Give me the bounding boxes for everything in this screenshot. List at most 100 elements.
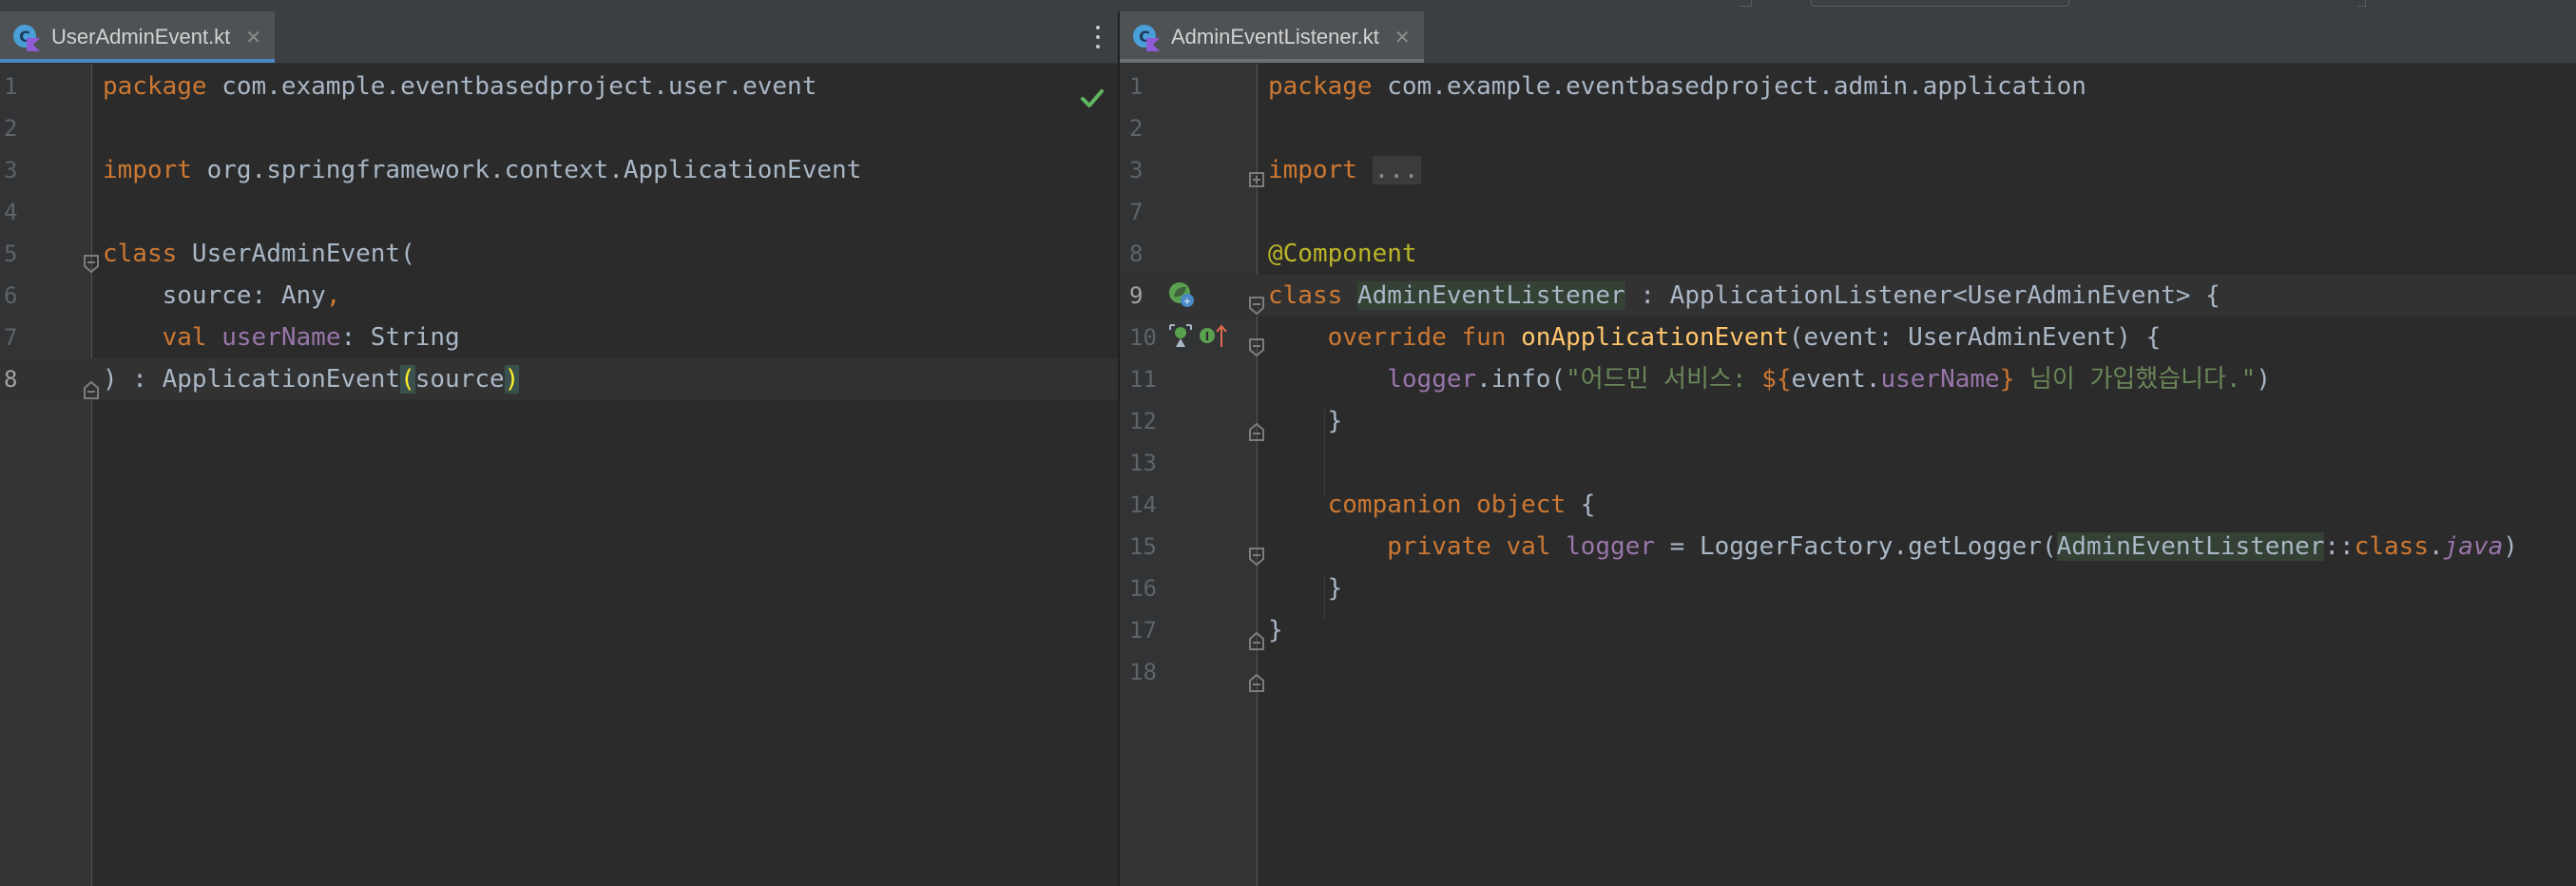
left-code-editor[interactable]: 1 package com.example.eventbasedproject.u…: [0, 64, 1118, 886]
code-line[interactable]: 9 class AdminEventListener : ApplicationL…: [1120, 275, 2576, 317]
code-token: ): [2503, 532, 2518, 561]
toolbar-separator: [1740, 0, 1752, 7]
code-token: ): [504, 365, 520, 394]
code-token: .info(: [1476, 365, 1567, 394]
code-line[interactable]: 16 }: [1120, 568, 2576, 609]
code-text: logger.info("어드민 서비스: ${event.userName} …: [1268, 358, 2271, 400]
code-line[interactable]: 15 private val logger = LoggerFactory.ge…: [1120, 526, 2576, 568]
active-tab-indicator: [0, 59, 276, 63]
close-icon[interactable]: ✕: [1394, 26, 1411, 48]
code-line[interactable]: 6 source: Any,: [0, 275, 1118, 317]
line-number: 11: [1129, 366, 1157, 393]
code-line[interactable]: 7: [1120, 191, 2576, 233]
fold-end-icon[interactable]: [1247, 630, 1266, 651]
code-token: }: [1999, 365, 2015, 394]
code-line[interactable]: 17}: [1120, 609, 2576, 651]
check-icon[interactable]: [1080, 87, 1105, 109]
fold-start-icon[interactable]: [1247, 337, 1266, 358]
code-line[interactable]: 13: [1120, 442, 2576, 484]
line-number: 7: [1129, 199, 1144, 225]
line-number: 17: [1129, 617, 1157, 644]
code-text: package com.example.eventbasedproject.ad…: [1268, 66, 2086, 107]
code-token: ,: [325, 281, 341, 310]
code-token: source: [414, 365, 505, 394]
toolbar-search-field[interactable]: [1811, 0, 2069, 7]
fold-end-icon[interactable]: [1247, 672, 1266, 693]
code-token: onApplicationEvent: [1521, 323, 1789, 352]
svg-text:+: +: [1183, 297, 1191, 307]
code-token: UserAdminEvent(: [177, 240, 415, 268]
code-token: source: Any: [103, 281, 326, 310]
spring-bean-icon[interactable]: +: [1167, 280, 1196, 309]
fold-start-icon[interactable]: [82, 254, 101, 275]
code-text: override fun onApplicationEvent(event: U…: [1268, 317, 2162, 358]
code-text: class UserAdminEvent(: [103, 233, 415, 275]
code-token: userName: [1880, 365, 2000, 394]
code-line[interactable]: 2: [1120, 107, 2576, 149]
code-line[interactable]: 1 package com.example.eventbasedproject.a…: [1120, 66, 2576, 107]
code-text: }: [1268, 568, 1343, 609]
code-line[interactable]: 2: [0, 107, 1118, 149]
implements-icon[interactable]: I: [1198, 322, 1228, 349]
code-line[interactable]: 8 @Component: [1120, 233, 2576, 275]
code-line[interactable]: 7 val userName: String: [0, 317, 1118, 358]
code-token: import: [103, 156, 192, 184]
fold-start-icon[interactable]: [1247, 547, 1266, 568]
code-line[interactable]: 10 override fun onApplicationEvent(event…: [1120, 317, 2576, 358]
code-line[interactable]: 3 import org.springframework.context.Appl…: [0, 149, 1118, 191]
spring-listener-icon[interactable]: [1167, 322, 1194, 349]
code-line[interactable]: 4: [0, 191, 1118, 233]
fold-end-icon[interactable]: [1247, 421, 1266, 442]
code-token: AdminEventListener: [2056, 532, 2325, 561]
code-token: companion object: [1327, 491, 1567, 519]
line-number: 2: [1129, 115, 1144, 142]
code-line[interactable]: 11 logger.info("어드민 서비스: ${event.userNam…: [1120, 358, 2576, 400]
kebab-icon[interactable]: [1093, 25, 1103, 49]
fold-end-icon[interactable]: [82, 379, 101, 400]
code-token: ${: [1761, 365, 1792, 394]
code-token: : ApplicationListener<UserAdminEvent> {: [1624, 281, 2220, 310]
code-line[interactable]: 14 companion object {: [1120, 484, 2576, 526]
right-tab-bar: C AdminEventListener.kt ✕: [1120, 11, 2576, 64]
tab-user-admin-event[interactable]: C UserAdminEvent.kt ✕: [0, 11, 276, 63]
close-icon[interactable]: ✕: [245, 26, 261, 48]
code-token: val: [162, 323, 207, 352]
left-tab-bar: C UserAdminEvent.kt ✕: [0, 11, 1118, 64]
code-line[interactable]: 3 import ...: [1120, 149, 2576, 191]
line-number: 12: [1129, 408, 1157, 434]
code-line[interactable]: 18: [1120, 651, 2576, 693]
tab-admin-event-listener[interactable]: C AdminEventListener.kt ✕: [1120, 11, 1424, 63]
line-number: 5: [4, 241, 18, 267]
code-token: userName: [221, 323, 341, 352]
code-token: ::: [2324, 532, 2355, 561]
code-token: logger: [1387, 365, 1477, 394]
code-token: }: [1268, 407, 1343, 435]
line-number: 16: [1129, 575, 1157, 602]
line-number: 3: [1129, 157, 1144, 183]
right-code-editor[interactable]: 1 package com.example.eventbasedproject.a…: [1120, 64, 2576, 886]
right-editor-pane: C AdminEventListener.kt ✕ 1 package com.e…: [1120, 11, 2576, 886]
code-line[interactable]: 12 }: [1120, 400, 2576, 442]
code-token: com.example.eventbasedproject.user.event: [206, 72, 817, 101]
code-line[interactable]: 1 package com.example.eventbasedproject.u…: [0, 66, 1118, 107]
fold-start-icon[interactable]: [1247, 296, 1266, 317]
code-text: }: [1268, 400, 1343, 442]
code-line[interactable]: 8) : ApplicationEvent(source): [0, 358, 1118, 400]
code-token: (event: UserAdminEvent) {: [1788, 323, 2162, 352]
code-token: }: [1268, 616, 1283, 645]
code-token: 님이 가입했습니다.": [2014, 365, 2257, 394]
svg-text:I: I: [1205, 330, 1209, 343]
code-text: }: [1268, 609, 1283, 651]
code-token: class: [1268, 281, 1343, 310]
code-line[interactable]: 5 class UserAdminEvent(: [0, 233, 1118, 275]
line-number: 6: [4, 282, 18, 309]
code-token: : String: [340, 323, 460, 352]
fold-expand-icon[interactable]: [1247, 170, 1266, 191]
code-text: package com.example.eventbasedproject.us…: [103, 66, 817, 107]
